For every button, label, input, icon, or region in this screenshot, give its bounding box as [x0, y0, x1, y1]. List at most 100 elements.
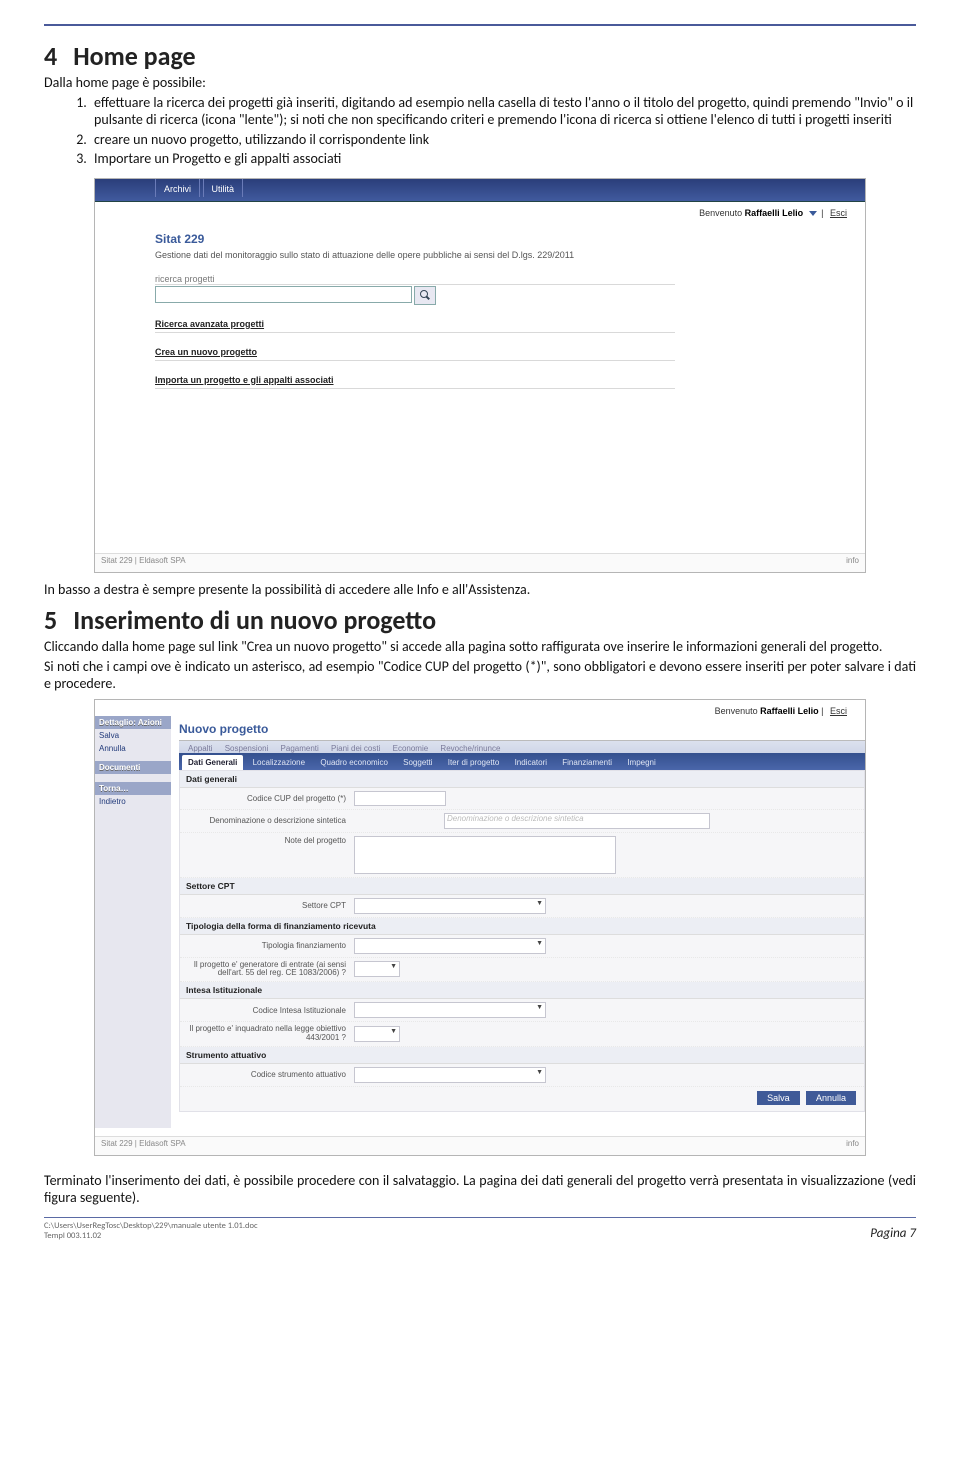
app-title: Sitat 229: [155, 232, 865, 246]
select-inquadrato[interactable]: [354, 1026, 400, 1042]
sec5-after-paragraph: Terminato l'inserimento dei dati, è poss…: [44, 1172, 916, 1207]
footer-left: Sitat 229 | Eldasoft SPA: [101, 1139, 186, 1148]
logout-link[interactable]: Esci: [830, 208, 847, 218]
welcome-user: Raffaelli Lelio: [760, 706, 819, 716]
heading-insert-project: 5Inserimento di un nuovo progetto: [44, 604, 916, 636]
form-section: Dati generali Codice CUP del progetto (*…: [179, 770, 865, 1112]
side-header-documents: Documenti: [95, 761, 171, 774]
select-codice-intesa[interactable]: [354, 1002, 546, 1018]
search-button[interactable]: [414, 286, 436, 305]
advanced-search-link[interactable]: Ricerca avanzata progetti: [155, 319, 675, 333]
search-icon: [420, 290, 430, 300]
list-item: Importare un Progetto e gli appalti asso…: [90, 150, 916, 168]
label-cup: Codice CUP del progetto (*): [186, 794, 354, 803]
app-subtitle: Gestione dati del monitoraggio sullo sta…: [155, 250, 865, 260]
side-panel: Dettaglio: Azioni Salva Annulla Document…: [95, 716, 171, 1128]
tab-localizzazione[interactable]: Localizzazione: [247, 755, 311, 770]
form-row: Codice CUP del progetto (*): [180, 788, 864, 810]
user-menu-chevron-icon[interactable]: [809, 211, 817, 216]
heading-text: Home page: [73, 40, 195, 72]
textarea-note[interactable]: [354, 836, 616, 874]
input-cup[interactable]: [354, 791, 446, 806]
label-denominazione: Denominazione o descrizione sintetica: [186, 816, 354, 825]
tab-iter-progetto[interactable]: Iter di progetto: [442, 755, 506, 770]
list-item: creare un nuovo progetto, utilizzando il…: [90, 131, 916, 149]
save-button[interactable]: Salva: [757, 1091, 800, 1105]
section-header-intesa: Intesa Istituzionale: [180, 982, 864, 999]
side-back-link[interactable]: Indietro: [95, 795, 171, 808]
form-row: Codice strumento attuativo: [180, 1064, 864, 1087]
tab-indicatori[interactable]: Indicatori: [509, 755, 553, 770]
search-input[interactable]: [155, 286, 412, 303]
tab-economie[interactable]: Economie: [393, 744, 429, 753]
tab-dati-generali[interactable]: Dati Generali: [182, 755, 243, 770]
select-tipologia-fin[interactable]: [354, 938, 546, 954]
create-project-link[interactable]: Crea un nuovo progetto: [155, 347, 675, 361]
page-number: Pagina 7: [870, 1226, 916, 1241]
section-header-cpt: Settore CPT: [180, 878, 864, 895]
blank-area: [95, 403, 865, 553]
heading-number: 4: [44, 40, 57, 72]
section-header-strumento: Strumento attuativo: [180, 1047, 864, 1064]
form-actions: Salva Annulla: [180, 1087, 864, 1111]
tab-impegni[interactable]: Impegni: [621, 755, 661, 770]
form-row: Note del progetto: [180, 833, 864, 878]
form-row: Codice Intesa Istituzionale: [180, 999, 864, 1022]
form-title: Nuovo progetto: [179, 722, 865, 736]
welcome-bar: Benvenuto Raffaelli Lelio | Esci: [95, 202, 865, 218]
input-denominazione[interactable]: Denominazione o descrizione sintetica: [444, 813, 710, 829]
welcome-bar: Benvenuto Raffaelli Lelio | Esci: [95, 700, 865, 716]
form-row: Tipologia finanziamento: [180, 935, 864, 958]
tab-appalti[interactable]: Appalti: [188, 744, 212, 753]
select-genera-entrate[interactable]: [354, 961, 400, 977]
footer-meta: C:\Users\UserRegTosc\Desktop\229\manuale…: [44, 1221, 258, 1241]
sec5-p2: Si noti che i campi ove è indicato un as…: [44, 658, 916, 693]
list-item: effettuare la ricerca dei progetti già i…: [90, 94, 916, 129]
section-header-tipologia-fin: Tipologia della forma di finanziamento r…: [180, 918, 864, 935]
after-shot1-paragraph: In basso a destra è sempre presente la p…: [44, 581, 916, 599]
side-cancel-link[interactable]: Annulla: [95, 742, 171, 755]
side-header-actions: Dettaglio: Azioni: [95, 716, 171, 729]
nav-tab-archivi[interactable]: Archivi: [155, 179, 200, 197]
select-settore-cpt[interactable]: [354, 898, 546, 914]
tab-piani-costi[interactable]: Piani dei costi: [331, 744, 380, 753]
footer-version: Templ 003.11.02: [44, 1231, 258, 1241]
welcome-prefix: Benvenuto: [715, 706, 761, 716]
cancel-button[interactable]: Annulla: [806, 1091, 856, 1105]
section-header-dati-generali: Dati generali: [180, 771, 864, 788]
search-label: ricerca progetti: [155, 274, 675, 285]
form-row: Il progetto e' inquadrato nella legge ob…: [180, 1022, 864, 1047]
app-footer: Sitat 229 | Eldasoft SPA info: [95, 553, 865, 572]
steps-list: effettuare la ricerca dei progetti già i…: [44, 94, 916, 168]
document-footer: C:\Users\UserRegTosc\Desktop\229\manuale…: [44, 1217, 916, 1241]
intro-paragraph: Dalla home page è possibile:: [44, 74, 916, 92]
side-header-back: Torna…: [95, 782, 171, 795]
logout-link[interactable]: Esci: [830, 706, 847, 716]
tab-revoche[interactable]: Revoche/rinunce: [440, 744, 500, 753]
import-project-link[interactable]: Importa un progetto e gli appalti associ…: [155, 375, 675, 389]
nav-tab-utilita[interactable]: Utilità: [203, 179, 244, 197]
welcome-prefix: Benvenuto: [699, 208, 745, 218]
app-content: Sitat 229 Gestione dati del monitoraggio…: [95, 218, 865, 389]
footer-info-link[interactable]: info: [846, 1139, 859, 1148]
footer-info-link[interactable]: info: [846, 556, 859, 565]
upper-tabstrip: Appalti Sospensioni Pagamenti Piani dei …: [179, 740, 865, 753]
label-codice-strumento: Codice strumento attuativo: [186, 1070, 354, 1079]
tab-quadro-economico[interactable]: Quadro economico: [314, 755, 394, 770]
side-save-link[interactable]: Salva: [95, 729, 171, 742]
main-panel: Nuovo progetto Appalti Sospensioni Pagam…: [171, 722, 865, 1112]
tab-sospensioni[interactable]: Sospensioni: [225, 744, 269, 753]
sec5-p1: Cliccando dalla home page sul link "Crea…: [44, 638, 916, 656]
tab-soggetti[interactable]: Soggetti: [397, 755, 438, 770]
form-row: Denominazione o descrizione sintetica De…: [180, 810, 864, 833]
select-codice-strumento[interactable]: [354, 1067, 546, 1083]
lower-tabstrip: Dati Generali Localizzazione Quadro econ…: [179, 753, 865, 770]
document-page: 4Home page Dalla home page è possibile: …: [0, 0, 960, 1253]
app-footer: Sitat 229 | Eldasoft SPA info: [95, 1136, 865, 1155]
label-tipologia-fin: Tipologia finanziamento: [186, 941, 354, 950]
tab-pagamenti[interactable]: Pagamenti: [281, 744, 319, 753]
label-note: Note del progetto: [186, 836, 354, 845]
heading-text: Inserimento di un nuovo progetto: [73, 604, 436, 636]
tab-finanziamenti[interactable]: Finanziamenti: [556, 755, 618, 770]
screenshot-home-page: Archivi Utilità Benvenuto Raffaelli Leli…: [94, 178, 866, 573]
